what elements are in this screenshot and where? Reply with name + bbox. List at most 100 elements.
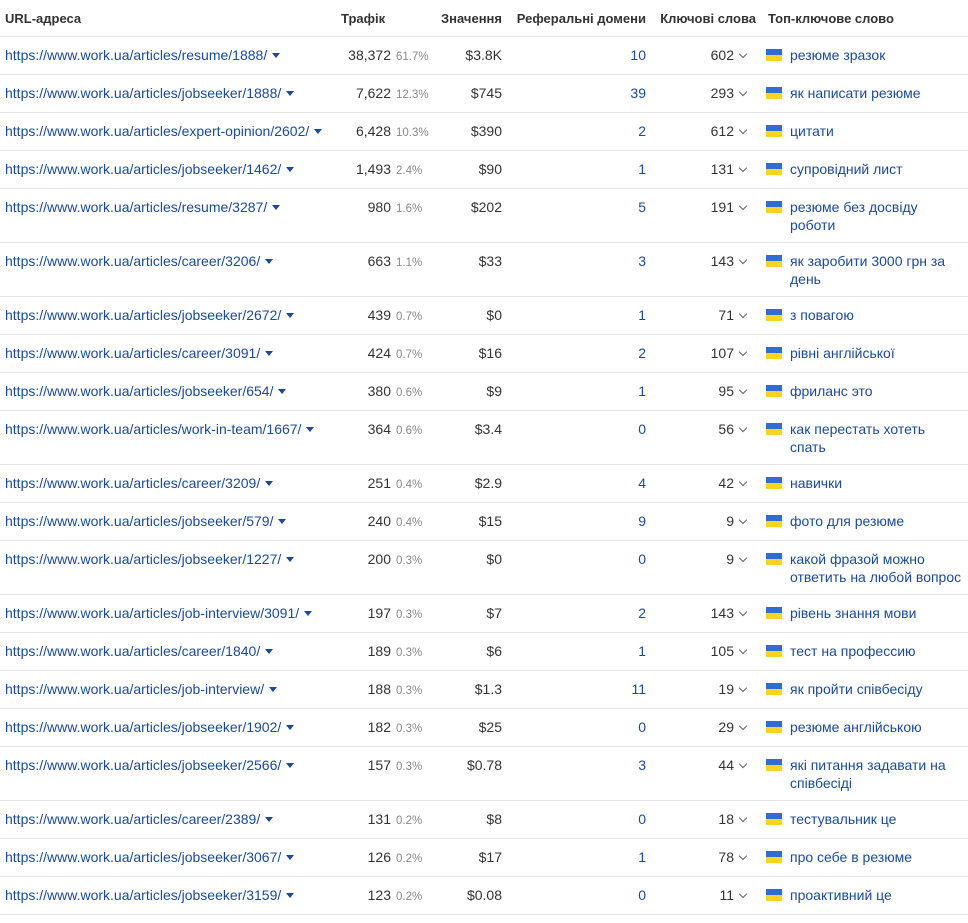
- chevron-down-icon[interactable]: [738, 813, 748, 823]
- url-link[interactable]: https://www.work.ua/articles/career/2389…: [5, 811, 274, 827]
- chevron-down-icon[interactable]: [738, 889, 748, 899]
- ref-domains-link[interactable]: 1: [638, 307, 646, 323]
- column-header-url[interactable]: URL-адреса: [0, 0, 335, 37]
- url-link[interactable]: https://www.work.ua/articles/jobseeker/5…: [5, 513, 287, 529]
- chevron-down-icon[interactable]: [738, 163, 748, 173]
- caret-down-icon[interactable]: [265, 648, 274, 654]
- chevron-down-icon[interactable]: [738, 201, 748, 211]
- top-keyword-link[interactable]: про себе в резюме: [790, 848, 912, 866]
- caret-down-icon[interactable]: [265, 350, 274, 356]
- url-link[interactable]: https://www.work.ua/articles/jobseeker/2…: [5, 307, 295, 323]
- url-link[interactable]: https://www.work.ua/articles/resume/3287…: [5, 199, 281, 215]
- top-keyword-link[interactable]: як заробити 3000 грн за день: [790, 252, 964, 288]
- url-link[interactable]: https://www.work.ua/articles/job-intervi…: [5, 681, 278, 697]
- caret-down-icon[interactable]: [265, 258, 274, 264]
- url-link[interactable]: https://www.work.ua/articles/job-intervi…: [5, 605, 313, 621]
- ref-domains-link[interactable]: 9: [638, 513, 646, 529]
- ref-domains-link[interactable]: 0: [638, 719, 646, 735]
- ref-domains-link[interactable]: 2: [638, 123, 646, 139]
- top-keyword-link[interactable]: як пройти співбесіду: [790, 680, 923, 698]
- keywords-cell[interactable]: 107: [652, 334, 762, 373]
- chevron-down-icon[interactable]: [738, 125, 748, 135]
- caret-down-icon[interactable]: [265, 816, 274, 822]
- keywords-cell[interactable]: 9: [652, 502, 762, 541]
- chevron-down-icon[interactable]: [738, 607, 748, 617]
- url-link[interactable]: https://www.work.ua/articles/work-in-tea…: [5, 421, 315, 437]
- top-keyword-link[interactable]: тест на профессию: [790, 642, 916, 660]
- keywords-cell[interactable]: 143: [652, 594, 762, 633]
- ref-domains-link[interactable]: 5: [638, 199, 646, 215]
- url-link[interactable]: https://www.work.ua/articles/jobseeker/3…: [5, 887, 295, 903]
- caret-down-icon[interactable]: [272, 52, 281, 58]
- ref-domains-link[interactable]: 11: [631, 681, 646, 697]
- keywords-cell[interactable]: 78: [652, 838, 762, 877]
- top-keyword-link[interactable]: резюме зразок: [790, 46, 885, 64]
- top-keyword-link[interactable]: резюме англійською: [790, 718, 922, 736]
- top-keyword-link[interactable]: як написати резюме: [790, 84, 921, 102]
- top-keyword-link[interactable]: какой фразой можно ответить на любой воп…: [790, 550, 964, 586]
- keywords-cell[interactable]: 293: [652, 74, 762, 113]
- caret-down-icon[interactable]: [269, 686, 278, 692]
- column-header-keywords[interactable]: Ключові слова: [652, 0, 762, 37]
- keywords-cell[interactable]: 95: [652, 372, 762, 411]
- top-keyword-link[interactable]: супровідний лист: [790, 160, 903, 178]
- keywords-cell[interactable]: 11: [652, 876, 762, 915]
- url-link[interactable]: https://www.work.ua/articles/jobseeker/1…: [5, 161, 295, 177]
- url-link[interactable]: https://www.work.ua/articles/career/1840…: [5, 643, 274, 659]
- keywords-cell[interactable]: 612: [652, 112, 762, 151]
- chevron-down-icon[interactable]: [738, 87, 748, 97]
- top-keyword-link[interactable]: фото для резюме: [790, 512, 904, 530]
- keywords-cell[interactable]: 143: [652, 242, 762, 297]
- top-keyword-link[interactable]: рівень знання мови: [790, 604, 916, 622]
- ref-domains-link[interactable]: 1: [638, 643, 646, 659]
- caret-down-icon[interactable]: [286, 762, 295, 768]
- top-keyword-link[interactable]: как перестать хотеть спать: [790, 420, 964, 456]
- ref-domains-link[interactable]: 0: [638, 421, 646, 437]
- ref-domains-link[interactable]: 1: [638, 383, 646, 399]
- chevron-down-icon[interactable]: [738, 423, 748, 433]
- url-link[interactable]: https://www.work.ua/articles/jobseeker/2…: [5, 757, 295, 773]
- keywords-cell[interactable]: 42: [652, 464, 762, 503]
- caret-down-icon[interactable]: [286, 556, 295, 562]
- ref-domains-link[interactable]: 0: [638, 551, 646, 567]
- chevron-down-icon[interactable]: [738, 347, 748, 357]
- top-keyword-link[interactable]: проактивний це: [790, 886, 892, 904]
- url-link[interactable]: https://www.work.ua/articles/jobseeker/3…: [5, 849, 295, 865]
- keywords-cell[interactable]: 602: [652, 36, 762, 75]
- chevron-down-icon[interactable]: [738, 309, 748, 319]
- caret-down-icon[interactable]: [286, 892, 295, 898]
- keywords-cell[interactable]: 9: [652, 540, 762, 595]
- keywords-cell[interactable]: 29: [652, 708, 762, 747]
- chevron-down-icon[interactable]: [738, 553, 748, 563]
- chevron-down-icon[interactable]: [738, 255, 748, 265]
- url-link[interactable]: https://www.work.ua/articles/resume/1888…: [5, 47, 281, 63]
- chevron-down-icon[interactable]: [738, 683, 748, 693]
- caret-down-icon[interactable]: [314, 128, 323, 134]
- chevron-down-icon[interactable]: [738, 515, 748, 525]
- ref-domains-link[interactable]: 4: [638, 475, 646, 491]
- caret-down-icon[interactable]: [286, 724, 295, 730]
- caret-down-icon[interactable]: [286, 312, 295, 318]
- url-link[interactable]: https://www.work.ua/articles/jobseeker/1…: [5, 85, 295, 101]
- url-link[interactable]: https://www.work.ua/articles/jobseeker/1…: [5, 719, 295, 735]
- url-link[interactable]: https://www.work.ua/articles/career/3206…: [5, 253, 274, 269]
- ref-domains-link[interactable]: 3: [638, 757, 646, 773]
- chevron-down-icon[interactable]: [738, 645, 748, 655]
- ref-domains-link[interactable]: 2: [638, 605, 646, 621]
- column-header-traffic[interactable]: Трафік: [335, 0, 428, 37]
- ref-domains-link[interactable]: 10: [630, 47, 646, 63]
- ref-domains-link[interactable]: 0: [638, 811, 646, 827]
- chevron-down-icon[interactable]: [738, 721, 748, 731]
- top-keyword-link[interactable]: навички: [790, 474, 842, 492]
- chevron-down-icon[interactable]: [738, 49, 748, 59]
- ref-domains-link[interactable]: 3: [638, 253, 646, 269]
- caret-down-icon[interactable]: [286, 854, 295, 860]
- top-keyword-link[interactable]: тестувальник це: [790, 810, 896, 828]
- url-link[interactable]: https://www.work.ua/articles/jobseeker/6…: [5, 383, 287, 399]
- caret-down-icon[interactable]: [272, 204, 281, 210]
- ref-domains-link[interactable]: 0: [638, 887, 646, 903]
- ref-domains-link[interactable]: 2: [638, 345, 646, 361]
- column-header-ref-domains[interactable]: Реферальні домени: [508, 0, 652, 37]
- column-header-top-keyword[interactable]: Топ-ключове слово: [762, 0, 968, 37]
- caret-down-icon[interactable]: [278, 388, 287, 394]
